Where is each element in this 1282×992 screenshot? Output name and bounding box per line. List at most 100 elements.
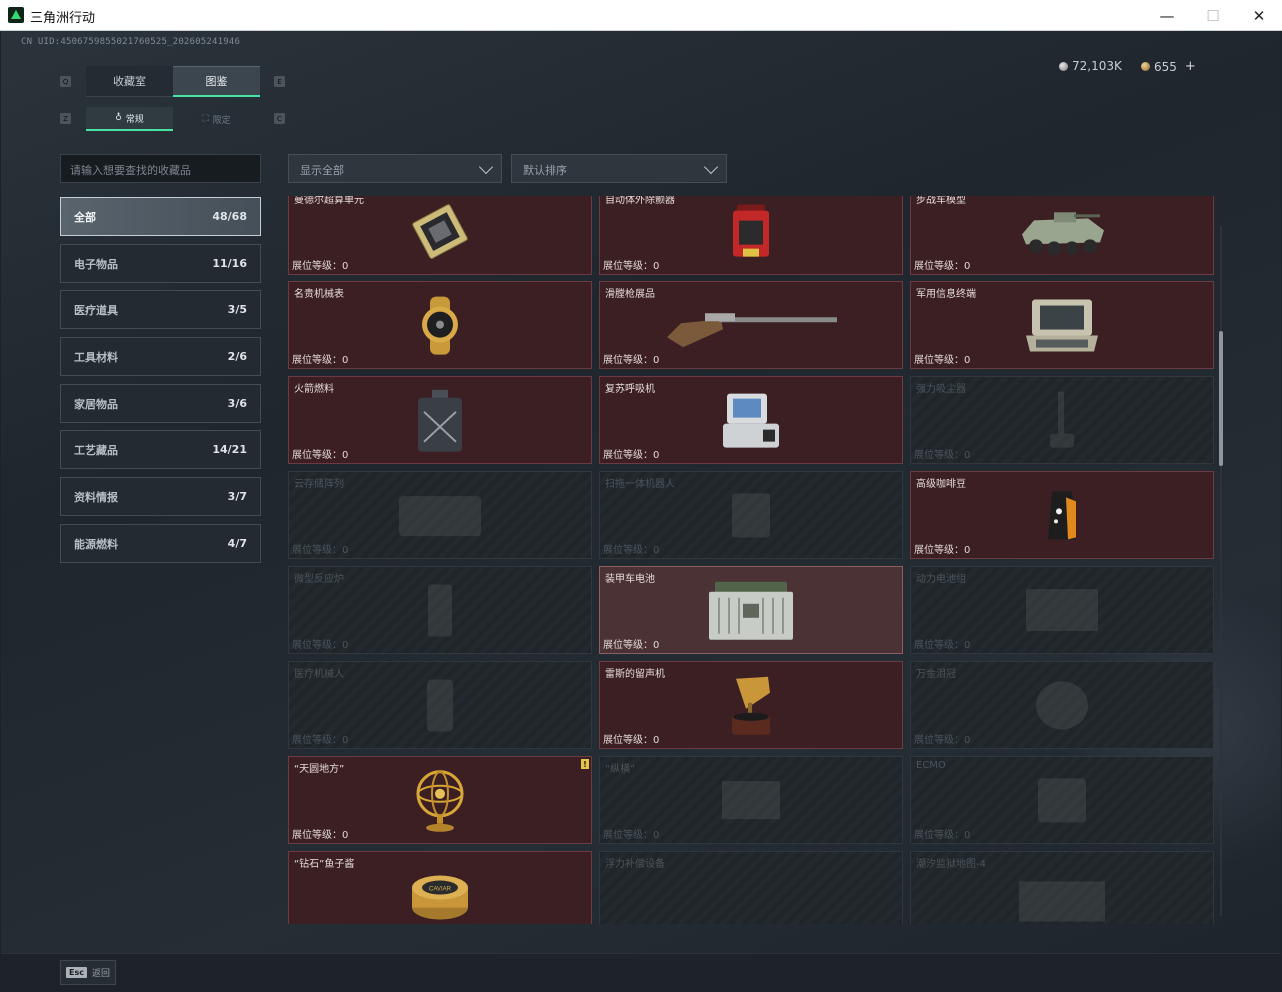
category-crafts[interactable]: 工艺藏品 14/21 [60, 430, 261, 469]
item-card[interactable]: 云存储阵列 展位等级：0 [288, 471, 592, 559]
chessboard-icon [716, 775, 786, 829]
subtab-limited-label: 限定 [212, 115, 231, 126]
filter-dropdown-value: 显示全部 [300, 164, 344, 177]
maximize-button[interactable]: ☐ [1190, 0, 1236, 31]
item-level: 展位等级：0 [914, 355, 971, 366]
category-label: 全部 [74, 210, 96, 224]
scrollbar-thumb[interactable] [1219, 331, 1223, 466]
search-input[interactable]: 请输入想要查找的收藏品 [60, 154, 261, 183]
musket-icon [661, 299, 841, 355]
item-card[interactable]: “纵横” 展位等级：0 [599, 756, 903, 844]
sort-dropdown-value: 默认排序 [523, 164, 567, 177]
category-label: 工艺藏品 [74, 443, 118, 457]
item-level: 展位等级：0 [603, 261, 660, 272]
item-level: 展位等级：0 [292, 355, 349, 366]
battery-pack-icon [1022, 585, 1102, 639]
category-count: 14/21 [212, 443, 247, 456]
item-card[interactable]: 军用信息终端 展位等级：0 [910, 281, 1214, 369]
gold-amount: 655 [1154, 59, 1177, 74]
filter-dropdown[interactable]: 显示全部 [288, 154, 502, 183]
item-name: “纵横” [605, 764, 636, 775]
item-name: 滑膛枪展品 [605, 289, 655, 300]
crown-icon [1032, 677, 1092, 737]
item-name: 复苏呼吸机 [605, 384, 655, 395]
category-tools[interactable]: 工具材料 2/6 [60, 337, 261, 376]
coffee-bag-icon [1042, 487, 1082, 547]
category-energy[interactable]: 能源燃料 4/7 [60, 524, 261, 563]
silver-amount: 72,103K [1072, 59, 1122, 73]
subtab-limited[interactable]: ⛶ 限定 [173, 107, 260, 131]
item-card[interactable]: 装甲车电池 展位等级：0 [599, 566, 903, 654]
category-label: 资料情报 [74, 490, 118, 504]
category-all[interactable]: 全部 48/68 [60, 197, 261, 236]
item-card[interactable]: CAVIAR “钻石”鱼子酱 [288, 851, 592, 924]
item-card[interactable]: 强力吸尘器 展位等级：0 [910, 376, 1214, 464]
terminal-icon [1022, 296, 1102, 360]
item-card[interactable]: 微型反应炉 展位等级：0 [288, 566, 592, 654]
category-medical[interactable]: 医疗道具 3/5 [60, 290, 261, 329]
bottom-bar [1, 953, 1281, 991]
sort-dropdown[interactable]: 默认排序 [511, 154, 727, 183]
subtab-regular[interactable]: ♁ 常规 [86, 107, 173, 131]
item-card[interactable]: 火箭燃料 展位等级：0 [288, 376, 592, 464]
item-card[interactable]: “天圆地方” ! 展位等级：0 [288, 756, 592, 844]
item-card[interactable]: 曼德尔超算单元 展位等级：0 [288, 196, 592, 275]
robot-vacuum-icon [726, 487, 776, 547]
item-name: 自动体外除颤器 [605, 196, 675, 206]
item-card[interactable]: 步战车模型 展位等级：0 [910, 196, 1214, 275]
item-card[interactable]: 滑膛枪展品 展位等级：0 [599, 281, 903, 369]
item-card[interactable]: 动力电池组 展位等级：0 [910, 566, 1214, 654]
defibrillator-icon [729, 201, 773, 267]
cpu-icon [407, 202, 473, 266]
collection-grid: 曼德尔超算单元 展位等级：0 自动体外除颤器 展位等级：0 步战车模型 展位等级… [287, 196, 1217, 924]
tab-catalog[interactable]: 图鉴 [173, 66, 260, 97]
scrollbar-track[interactable] [1220, 226, 1222, 916]
item-card[interactable]: ECMO 展位等级：0 [910, 756, 1214, 844]
item-card[interactable]: 名贵机械表 展位等级：0 [288, 281, 592, 369]
add-currency-button[interactable]: + [1185, 59, 1196, 74]
item-name: “天圆地方” [294, 764, 345, 775]
item-card[interactable]: 医疗机械人 展位等级：0 [288, 661, 592, 749]
caviar-icon: CAVIAR [408, 866, 472, 924]
tab-collection-room[interactable]: 收藏室 [86, 66, 173, 97]
category-label: 电子物品 [74, 257, 118, 271]
item-name: “钻石”鱼子酱 [294, 859, 355, 870]
back-button[interactable]: Esc 返回 [60, 960, 116, 985]
item-name: 扫拖一体机器人 [605, 479, 675, 490]
armillary-icon [412, 768, 468, 838]
item-card[interactable]: 浮力补偿设备 [599, 851, 903, 924]
watch-icon [412, 295, 468, 361]
item-level: 展位等级：0 [292, 640, 349, 651]
item-card[interactable]: 复苏呼吸机 展位等级：0 [599, 376, 903, 464]
item-level: 展位等级：0 [914, 545, 971, 556]
category-electronics[interactable]: 电子物品 11/16 [60, 244, 261, 283]
item-card[interactable]: 扫拖一体机器人 展位等级：0 [599, 471, 903, 559]
item-card[interactable]: 高级咖啡豆 展位等级：0 [910, 471, 1214, 559]
category-count: 11/16 [212, 257, 247, 270]
category-household[interactable]: 家居物品 3/6 [60, 384, 261, 423]
item-card[interactable]: 雷斯的留声机 展位等级：0 [599, 661, 903, 749]
gramophone-icon [726, 673, 776, 743]
item-name: 装甲车电池 [605, 574, 655, 585]
chevron-down-icon [703, 159, 719, 175]
key-hint-c: C [274, 113, 285, 124]
item-name: 雷斯的留声机 [605, 669, 665, 680]
item-card[interactable]: 潮汐监狱地图-4 [910, 851, 1214, 924]
item-level: 展位等级：0 [603, 735, 660, 746]
item-name: 军用信息终端 [916, 289, 976, 300]
item-card[interactable]: 万金泪冠 展位等级：0 [910, 661, 1214, 749]
category-intel[interactable]: 资料情报 3/7 [60, 477, 261, 516]
key-hint-q: Q [60, 76, 71, 87]
minimize-button[interactable]: — [1144, 0, 1190, 31]
silver-currency: 72,103K [1059, 59, 1122, 73]
item-name: 医疗机械人 [294, 669, 344, 680]
gold-currency: 655 + [1141, 59, 1196, 74]
item-card[interactable]: 自动体外除颤器 展位等级：0 [599, 196, 903, 275]
battery-icon [705, 578, 797, 648]
new-item-badge: ! [581, 759, 589, 769]
main-tabs: 收藏室 图鉴 [86, 66, 260, 97]
category-label: 能源燃料 [74, 537, 118, 551]
close-button[interactable]: ✕ [1236, 0, 1282, 31]
ventilator-icon [719, 390, 783, 456]
item-level: 展位等级：0 [914, 735, 971, 746]
